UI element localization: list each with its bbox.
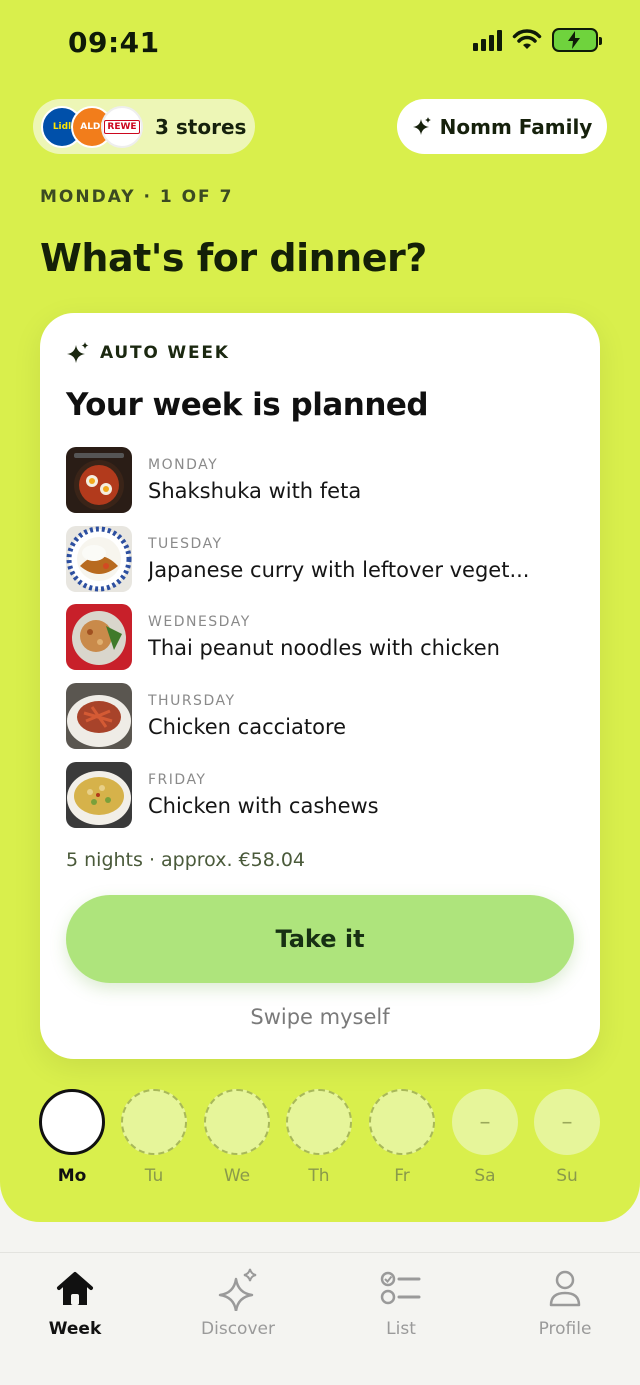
- cellular-signal-icon: [473, 29, 502, 51]
- card-tag: AUTO WEEK: [66, 341, 230, 365]
- nav-discover[interactable]: Discover: [178, 1267, 298, 1339]
- sparkle-icon: [412, 116, 431, 135]
- day-circle-sa[interactable]: –: [452, 1089, 518, 1155]
- day-circle-mo[interactable]: [39, 1089, 105, 1155]
- meal-name: Thai peanut noodles with chicken: [148, 636, 500, 660]
- meal-photo: [66, 683, 132, 749]
- take-it-label: Take it: [275, 925, 365, 953]
- wifi-icon: [512, 29, 542, 49]
- meal-day: TUESDAY: [148, 536, 223, 552]
- meal-photo: [66, 447, 132, 513]
- day-circle-fr[interactable]: [369, 1089, 435, 1155]
- meal-row[interactable]: FRIDAY Chicken with cashews: [66, 762, 576, 828]
- swipe-myself-link[interactable]: Swipe myself: [40, 1005, 600, 1029]
- nav-profile-label: Profile: [538, 1319, 592, 1339]
- nav-list-label: List: [386, 1319, 416, 1339]
- hero-panel: 09:41 Lidl ALDI REWE 3 stores Nomm Famil…: [0, 0, 640, 1222]
- day-label-su: Su: [556, 1166, 578, 1186]
- card-tag-label: AUTO WEEK: [100, 343, 230, 363]
- day-label-tu: Tu: [144, 1166, 164, 1186]
- rewe-logo: REWE: [101, 105, 143, 148]
- day-progress-label: MONDAY · 1 OF 7: [40, 187, 234, 207]
- nav-profile[interactable]: Profile: [505, 1267, 625, 1339]
- meal-row[interactable]: TUESDAY Japanese curry with leftover veg…: [66, 526, 576, 592]
- meal-name: Japanese curry with leftover veget...: [148, 558, 530, 582]
- meal-day: THURSDAY: [148, 693, 236, 709]
- meal-name: Shakshuka with feta: [148, 479, 362, 503]
- day-circle-su[interactable]: –: [534, 1089, 600, 1155]
- meal-photo: [66, 526, 132, 592]
- status-icons: [473, 28, 602, 52]
- family-label: Nomm Family: [439, 114, 593, 139]
- day-label-mo: Mo: [57, 1166, 87, 1186]
- meal-row[interactable]: THURSDAY Chicken cacciatore: [66, 683, 576, 749]
- status-time: 09:41: [68, 26, 160, 59]
- nav-week-label: Week: [48, 1319, 102, 1339]
- page-title: What's for dinner?: [40, 236, 427, 280]
- sparkle-icon: [218, 1268, 257, 1311]
- person-icon: [549, 1270, 581, 1307]
- family-button[interactable]: Nomm Family: [397, 99, 607, 154]
- meal-row[interactable]: MONDAY Shakshuka with feta: [66, 447, 576, 513]
- day-label-fr: Fr: [394, 1166, 410, 1186]
- meal-photo: [66, 762, 132, 828]
- app-root: 09:41 Lidl ALDI REWE 3 stores Nomm Famil…: [0, 0, 640, 1385]
- nav-discover-label: Discover: [201, 1319, 275, 1339]
- meal-row[interactable]: WEDNESDAY Thai peanut noodles with chick…: [66, 604, 576, 670]
- stores-label: 3 stores: [155, 114, 247, 139]
- meal-name: Chicken with cashews: [148, 794, 379, 818]
- store-logos: Lidl ALDI REWE: [41, 104, 147, 150]
- home-icon: [57, 1272, 93, 1305]
- day-circle-we[interactable]: [204, 1089, 270, 1155]
- day-label-sa: Sa: [474, 1166, 496, 1186]
- day-label-we: We: [223, 1166, 251, 1186]
- nav-week[interactable]: Week: [15, 1267, 135, 1339]
- bottom-nav: Week Discover List Profile: [0, 1252, 640, 1385]
- sparkle-icon: [67, 342, 89, 363]
- card-title: Your week is planned: [66, 387, 429, 423]
- meal-day: FRIDAY: [148, 772, 207, 788]
- nav-list[interactable]: List: [341, 1267, 461, 1339]
- auto-week-card: AUTO WEEK Your week is planned MONDAY Sh…: [40, 313, 600, 1059]
- battery-charging-icon: [552, 28, 602, 52]
- day-label-th: Th: [308, 1166, 330, 1186]
- meal-day: WEDNESDAY: [148, 614, 251, 630]
- stores-selector[interactable]: Lidl ALDI REWE 3 stores: [33, 99, 255, 154]
- meal-day: MONDAY: [148, 457, 219, 473]
- day-circle-th[interactable]: [286, 1089, 352, 1155]
- meal-photo: [66, 604, 132, 670]
- take-it-button[interactable]: Take it: [66, 895, 574, 983]
- checklist-icon: [380, 1271, 421, 1305]
- day-circle-tu[interactable]: [121, 1089, 187, 1155]
- plan-summary: 5 nights · approx. €58.04: [66, 849, 306, 871]
- meal-name: Chicken cacciatore: [148, 715, 347, 739]
